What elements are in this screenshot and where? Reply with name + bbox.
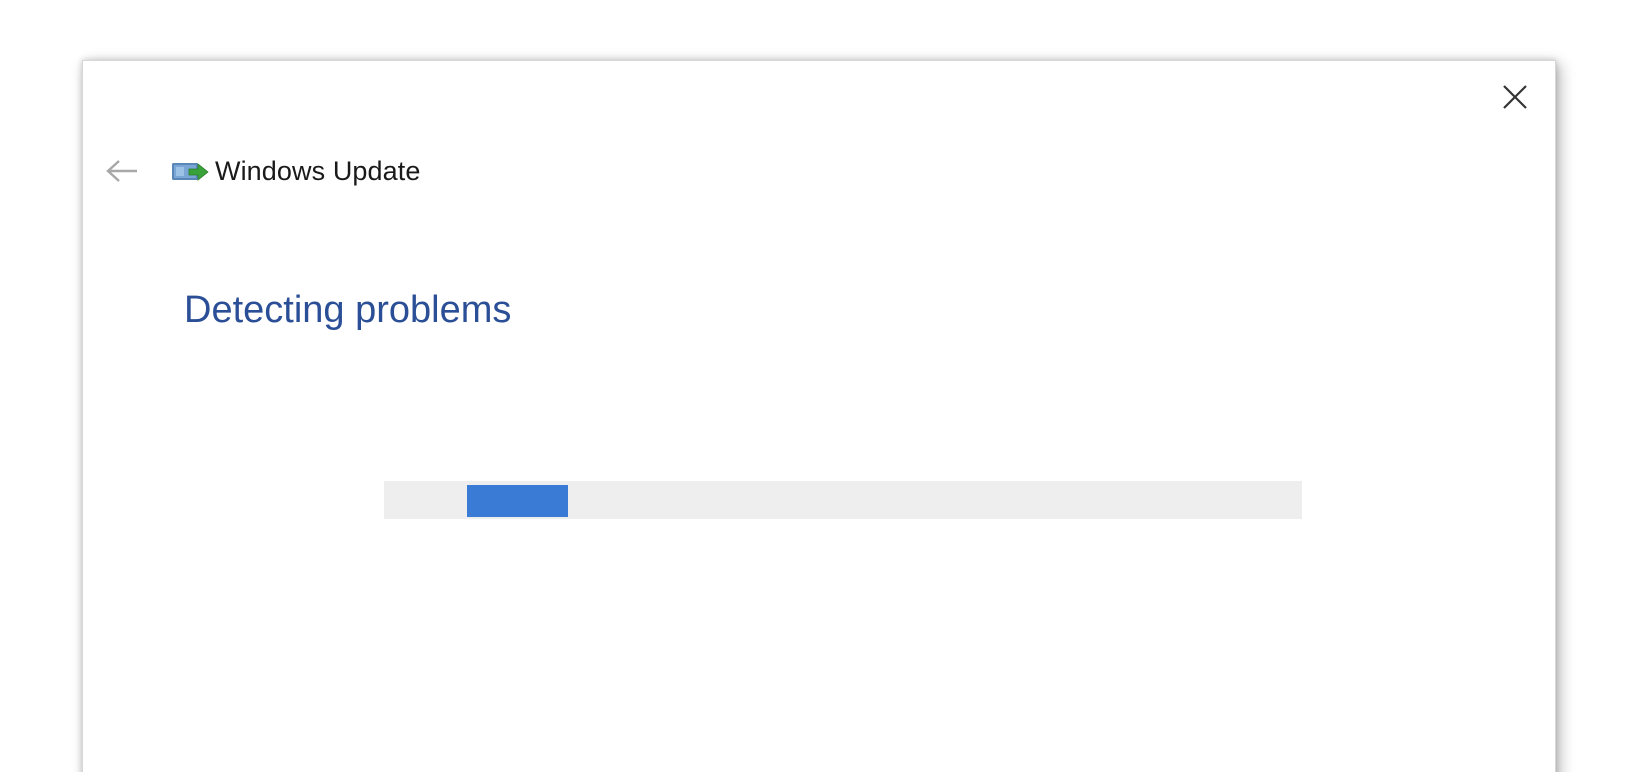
close-icon <box>1503 85 1527 109</box>
back-button[interactable] <box>103 153 141 189</box>
app-title: Windows Update <box>215 155 421 186</box>
page-heading: Detecting problems <box>184 289 512 331</box>
troubleshooter-dialog: Windows Update Detecting problems <box>82 60 1556 772</box>
screen: Windows Update Detecting problems <box>0 0 1652 772</box>
progress-bar <box>384 481 1302 519</box>
header-row: Windows Update <box>103 153 421 189</box>
close-button[interactable] <box>1497 79 1533 115</box>
progress-indicator <box>467 485 568 517</box>
windows-update-icon <box>171 158 209 184</box>
back-arrow-icon <box>106 160 137 182</box>
